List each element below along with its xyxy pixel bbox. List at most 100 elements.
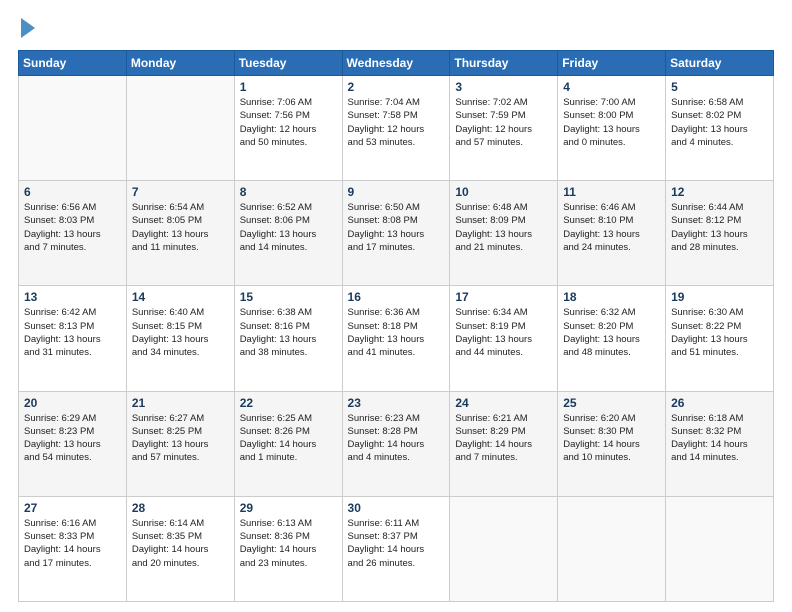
day-number: 10 [455, 185, 552, 199]
day-number: 19 [671, 290, 768, 304]
day-info: Sunrise: 6:58 AM Sunset: 8:02 PM Dayligh… [671, 96, 768, 149]
day-info: Sunrise: 6:36 AM Sunset: 8:18 PM Dayligh… [348, 306, 445, 359]
day-info: Sunrise: 6:40 AM Sunset: 8:15 PM Dayligh… [132, 306, 229, 359]
day-info: Sunrise: 6:13 AM Sunset: 8:36 PM Dayligh… [240, 517, 337, 570]
calendar-week-row: 6Sunrise: 6:56 AM Sunset: 8:03 PM Daylig… [19, 181, 774, 286]
weekday-header-thursday: Thursday [450, 51, 558, 76]
day-number: 7 [132, 185, 229, 199]
day-info: Sunrise: 6:52 AM Sunset: 8:06 PM Dayligh… [240, 201, 337, 254]
logo [18, 18, 35, 40]
day-info: Sunrise: 6:42 AM Sunset: 8:13 PM Dayligh… [24, 306, 121, 359]
day-info: Sunrise: 7:00 AM Sunset: 8:00 PM Dayligh… [563, 96, 660, 149]
calendar-week-row: 1 Sunrise: 7:06 AM Sunset: 7:56 PM Daylig… [19, 76, 774, 181]
day-info: Sunrise: 6:34 AM Sunset: 8:19 PM Dayligh… [455, 306, 552, 359]
day-number: 1 [240, 80, 337, 94]
logo-arrow-icon [21, 18, 35, 38]
day-info: Sunrise: 6:30 AM Sunset: 8:22 PM Dayligh… [671, 306, 768, 359]
calendar-cell: 28 Sunrise: 6:14 AM Sunset: 8:35 PM Dayli… [126, 496, 234, 601]
weekday-header-wednesday: Wednesday [342, 51, 450, 76]
calendar-cell: 11 Sunrise: 6:46 AM Sunset: 8:10 PM Dayli… [558, 181, 666, 286]
calendar-cell: 20 Sunrise: 6:29 AM Sunset: 8:23 PM Dayli… [19, 391, 127, 496]
day-number: 3 [455, 80, 552, 94]
calendar-cell: 17 Sunrise: 6:34 AM Sunset: 8:19 PM Dayli… [450, 286, 558, 391]
calendar-cell: 8 Sunrise: 6:52 AM Sunset: 8:06 PM Daylig… [234, 181, 342, 286]
day-info: Sunrise: 6:23 AM Sunset: 8:28 PM Dayligh… [348, 412, 445, 465]
calendar-cell: 3 Sunrise: 7:02 AM Sunset: 7:59 PM Daylig… [450, 76, 558, 181]
day-info: Sunrise: 6:38 AM Sunset: 8:16 PM Dayligh… [240, 306, 337, 359]
day-number: 26 [671, 396, 768, 410]
calendar-cell [126, 76, 234, 181]
day-info: Sunrise: 7:06 AM Sunset: 7:56 PM Dayligh… [240, 96, 337, 149]
day-info: Sunrise: 6:44 AM Sunset: 8:12 PM Dayligh… [671, 201, 768, 254]
day-info: Sunrise: 6:25 AM Sunset: 8:26 PM Dayligh… [240, 412, 337, 465]
calendar-cell: 18 Sunrise: 6:32 AM Sunset: 8:20 PM Dayli… [558, 286, 666, 391]
day-number: 28 [132, 501, 229, 515]
header [18, 18, 774, 40]
day-number: 21 [132, 396, 229, 410]
day-number: 18 [563, 290, 660, 304]
calendar-cell: 29Sunrise: 6:13 AM Sunset: 8:36 PM Dayli… [234, 496, 342, 601]
day-info: Sunrise: 6:14 AM Sunset: 8:35 PM Dayligh… [132, 517, 229, 570]
calendar-cell: 12 Sunrise: 6:44 AM Sunset: 8:12 PM Dayli… [666, 181, 774, 286]
day-number: 11 [563, 185, 660, 199]
calendar-cell: 10 Sunrise: 6:48 AM Sunset: 8:09 PM Dayli… [450, 181, 558, 286]
day-number: 17 [455, 290, 552, 304]
day-info: Sunrise: 6:18 AM Sunset: 8:32 PM Dayligh… [671, 412, 768, 465]
calendar-cell: 6Sunrise: 6:56 AM Sunset: 8:03 PM Daylig… [19, 181, 127, 286]
day-number: 14 [132, 290, 229, 304]
header-row: SundayMondayTuesdayWednesdayThursdayFrid… [19, 51, 774, 76]
calendar-cell: 26 Sunrise: 6:18 AM Sunset: 8:32 PM Dayli… [666, 391, 774, 496]
day-number: 22 [240, 396, 337, 410]
day-info: Sunrise: 6:54 AM Sunset: 8:05 PM Dayligh… [132, 201, 229, 254]
calendar-cell: 5 Sunrise: 6:58 AM Sunset: 8:02 PM Daylig… [666, 76, 774, 181]
day-info: Sunrise: 7:02 AM Sunset: 7:59 PM Dayligh… [455, 96, 552, 149]
day-number: 12 [671, 185, 768, 199]
day-info: Sunrise: 6:20 AM Sunset: 8:30 PM Dayligh… [563, 412, 660, 465]
calendar-cell [19, 76, 127, 181]
weekday-header-saturday: Saturday [666, 51, 774, 76]
calendar-cell [450, 496, 558, 601]
day-number: 27 [24, 501, 121, 515]
day-number: 23 [348, 396, 445, 410]
calendar-cell [666, 496, 774, 601]
calendar-cell: 23 Sunrise: 6:23 AM Sunset: 8:28 PM Dayli… [342, 391, 450, 496]
calendar-cell: 25 Sunrise: 6:20 AM Sunset: 8:30 PM Dayli… [558, 391, 666, 496]
day-info: Sunrise: 6:27 AM Sunset: 8:25 PM Dayligh… [132, 412, 229, 465]
day-number: 13 [24, 290, 121, 304]
day-number: 24 [455, 396, 552, 410]
day-info: Sunrise: 6:50 AM Sunset: 8:08 PM Dayligh… [348, 201, 445, 254]
day-number: 20 [24, 396, 121, 410]
calendar-cell: 14 Sunrise: 6:40 AM Sunset: 8:15 PM Dayli… [126, 286, 234, 391]
calendar-cell: 16Sunrise: 6:36 AM Sunset: 8:18 PM Dayli… [342, 286, 450, 391]
day-info: Sunrise: 6:32 AM Sunset: 8:20 PM Dayligh… [563, 306, 660, 359]
day-number: 30 [348, 501, 445, 515]
day-number: 25 [563, 396, 660, 410]
calendar-cell: 4 Sunrise: 7:00 AM Sunset: 8:00 PM Daylig… [558, 76, 666, 181]
calendar-cell: 1 Sunrise: 7:06 AM Sunset: 7:56 PM Daylig… [234, 76, 342, 181]
calendar-cell: 22 Sunrise: 6:25 AM Sunset: 8:26 PM Dayli… [234, 391, 342, 496]
day-info: Sunrise: 6:29 AM Sunset: 8:23 PM Dayligh… [24, 412, 121, 465]
day-info: Sunrise: 6:11 AM Sunset: 8:37 PM Dayligh… [348, 517, 445, 570]
calendar-cell: 24 Sunrise: 6:21 AM Sunset: 8:29 PM Dayli… [450, 391, 558, 496]
calendar-cell: 2 Sunrise: 7:04 AM Sunset: 7:58 PM Daylig… [342, 76, 450, 181]
day-info: Sunrise: 6:48 AM Sunset: 8:09 PM Dayligh… [455, 201, 552, 254]
calendar-cell: 9 Sunrise: 6:50 AM Sunset: 8:08 PM Daylig… [342, 181, 450, 286]
calendar-cell: 27Sunrise: 6:16 AM Sunset: 8:33 PM Dayli… [19, 496, 127, 601]
weekday-header-monday: Monday [126, 51, 234, 76]
calendar-cell: 19 Sunrise: 6:30 AM Sunset: 8:22 PM Dayli… [666, 286, 774, 391]
weekday-header-tuesday: Tuesday [234, 51, 342, 76]
day-number: 5 [671, 80, 768, 94]
day-info: Sunrise: 6:46 AM Sunset: 8:10 PM Dayligh… [563, 201, 660, 254]
day-info: Sunrise: 7:04 AM Sunset: 7:58 PM Dayligh… [348, 96, 445, 149]
day-number: 2 [348, 80, 445, 94]
calendar-cell: 7 Sunrise: 6:54 AM Sunset: 8:05 PM Daylig… [126, 181, 234, 286]
calendar-cell: 15 Sunrise: 6:38 AM Sunset: 8:16 PM Dayli… [234, 286, 342, 391]
weekday-header-sunday: Sunday [19, 51, 127, 76]
calendar-cell: 13 Sunrise: 6:42 AM Sunset: 8:13 PM Dayli… [19, 286, 127, 391]
day-number: 15 [240, 290, 337, 304]
day-number: 4 [563, 80, 660, 94]
day-number: 9 [348, 185, 445, 199]
day-number: 8 [240, 185, 337, 199]
page: SundayMondayTuesdayWednesdayThursdayFrid… [0, 0, 792, 612]
day-info: Sunrise: 6:21 AM Sunset: 8:29 PM Dayligh… [455, 412, 552, 465]
